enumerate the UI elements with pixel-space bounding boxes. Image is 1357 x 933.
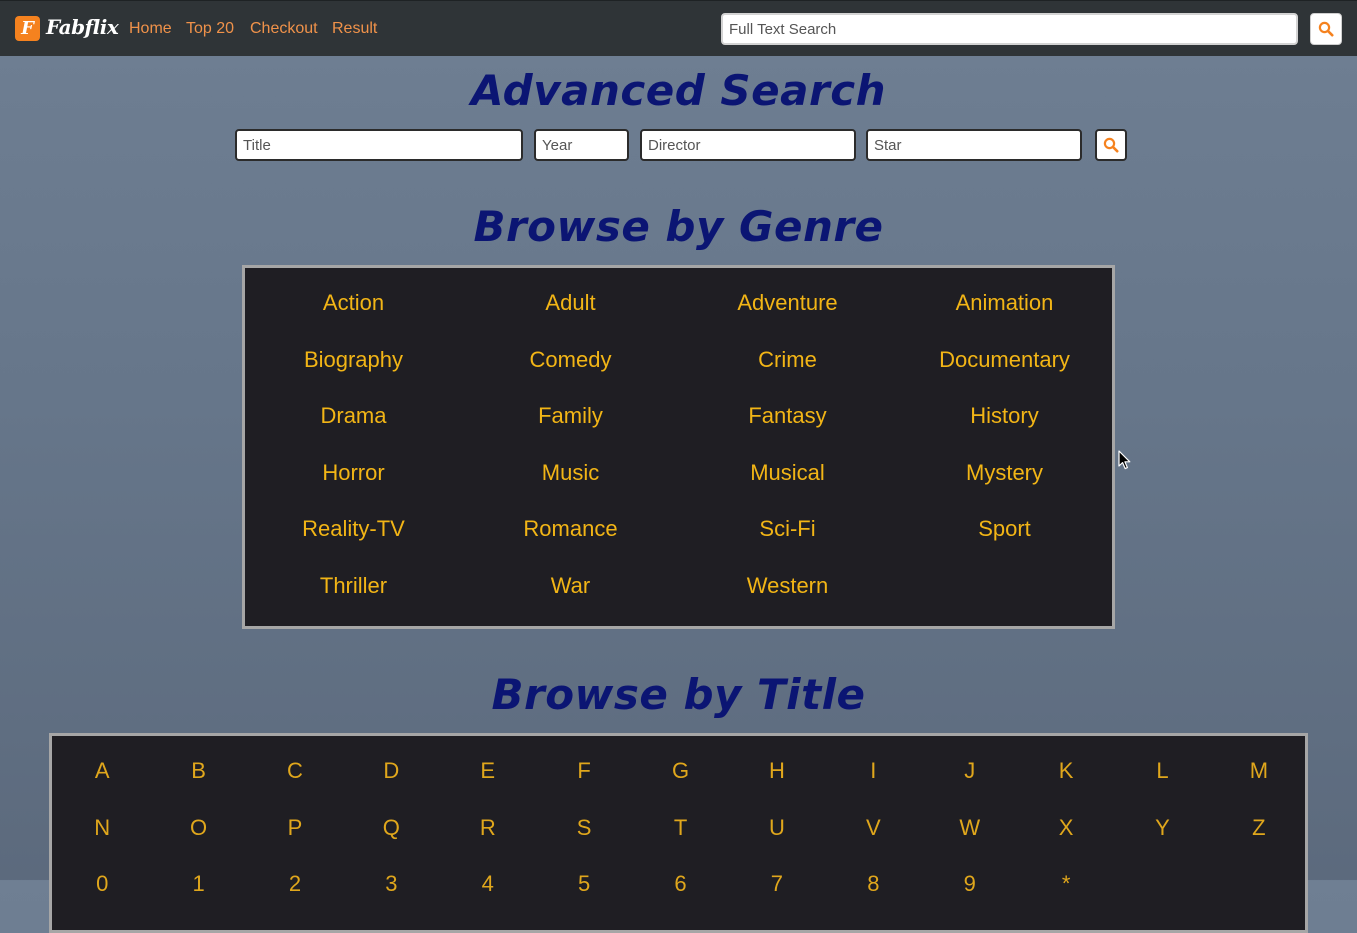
title-letter-link[interactable]: 9 [922,856,1018,913]
title-letter-link[interactable]: Z [1211,800,1307,857]
title-letter-link[interactable]: 7 [729,856,825,913]
title-letter-link[interactable]: P [247,800,343,857]
genre-panel: Action Adult Adventure Animation Biography Co… [242,265,1115,629]
genre-link[interactable]: History [896,388,1113,445]
genre-link[interactable]: Comedy [462,332,679,389]
genre-link[interactable]: Musical [679,445,896,502]
genre-link[interactable]: Thriller [245,558,462,615]
director-input[interactable] [640,129,856,161]
genre-link[interactable]: Documentary [896,332,1113,389]
title-letter-link[interactable]: I [825,743,921,800]
genre-link[interactable]: Sci-Fi [679,501,896,558]
title-letter-link[interactable]: 3 [343,856,439,913]
title-letter-link[interactable]: 4 [440,856,536,913]
genre-link[interactable]: War [462,558,679,615]
logo-icon[interactable]: F [15,16,40,41]
title-letter-link[interactable]: W [922,800,1018,857]
full-text-search-input[interactable] [721,13,1298,45]
genre-link[interactable]: Sport [896,501,1113,558]
browse-by-title-heading: Browse by Title [491,670,866,719]
title-letter-link[interactable]: * [1018,856,1114,913]
title-letter-link[interactable]: D [343,743,439,800]
star-input[interactable] [866,129,1082,161]
title-letter-link[interactable]: A [54,743,150,800]
title-letter-link[interactable]: X [1018,800,1114,857]
title-letter-link[interactable]: M [1211,743,1307,800]
title-letter-link[interactable]: S [536,800,632,857]
title-input[interactable] [235,129,523,161]
nav-link-top20[interactable]: Top 20 [186,20,234,38]
nav-link-checkout[interactable]: Checkout [250,20,318,38]
title-letter-link[interactable]: 8 [825,856,921,913]
genre-link[interactable]: Adult [462,275,679,332]
title-letter-link[interactable]: G [632,743,728,800]
search-icon [1318,21,1334,37]
advanced-search-heading: Advanced Search [470,66,887,115]
genre-link[interactable]: Romance [462,501,679,558]
advanced-search-button[interactable] [1095,129,1127,161]
genre-link[interactable]: Action [245,275,462,332]
genre-link[interactable]: Reality-TV [245,501,462,558]
mouse-pointer-icon [1118,450,1131,470]
title-letter-link[interactable]: T [632,800,728,857]
navbar: F Fabflix Home Top 20 Checkout Result [0,0,1357,56]
genre-grid: Action Adult Adventure Animation Biography Co… [245,275,1112,615]
title-letter-link[interactable]: 1 [150,856,246,913]
title-letter-link[interactable]: R [440,800,536,857]
search-icon [1103,137,1119,153]
title-letter-link[interactable]: Y [1114,800,1210,857]
title-letter-link[interactable]: F [536,743,632,800]
title-letter-link[interactable]: J [922,743,1018,800]
title-letter-link[interactable]: V [825,800,921,857]
nav-link-result[interactable]: Result [332,20,377,38]
browse-by-genre-heading: Browse by Genre [473,202,884,251]
genre-link[interactable]: Biography [245,332,462,389]
title-letter-link[interactable]: Q [343,800,439,857]
title-letter-link[interactable]: L [1114,743,1210,800]
title-letter-link[interactable]: 0 [54,856,150,913]
title-letter-link[interactable]: E [440,743,536,800]
title-letter-link[interactable]: U [729,800,825,857]
title-letter-link[interactable]: N [54,800,150,857]
genre-link[interactable]: Fantasy [679,388,896,445]
full-text-search-button[interactable] [1310,13,1342,45]
title-letter-link[interactable]: K [1018,743,1114,800]
genre-link[interactable]: Family [462,388,679,445]
title-letter-link[interactable]: 6 [632,856,728,913]
title-letter-link[interactable]: H [729,743,825,800]
genre-link[interactable]: Music [462,445,679,502]
genre-link[interactable]: Mystery [896,445,1113,502]
title-letter-link[interactable]: C [247,743,343,800]
genre-link[interactable]: Crime [679,332,896,389]
genre-link[interactable]: Western [679,558,896,615]
title-letter-link[interactable]: O [150,800,246,857]
genre-link[interactable]: Animation [896,275,1113,332]
brand-name[interactable]: Fabflix [46,15,119,39]
nav-link-home[interactable]: Home [129,20,172,38]
genre-link[interactable]: Horror [245,445,462,502]
genre-link[interactable]: Drama [245,388,462,445]
year-input[interactable] [534,129,629,161]
title-letter-link[interactable]: B [150,743,246,800]
title-letter-link[interactable]: 2 [247,856,343,913]
title-panel: A B C D E F G H I J K L M N O P Q R S T U V W X Y Z 0 1 2 3 4 5 6 7 8 9 * [49,733,1308,933]
letter-grid: A B C D E F G H I J K L M N O P Q R S T U V W X Y Z 0 1 2 3 4 5 6 7 8 9 * [54,743,1307,913]
title-letter-link[interactable]: 5 [536,856,632,913]
genre-link[interactable]: Adventure [679,275,896,332]
